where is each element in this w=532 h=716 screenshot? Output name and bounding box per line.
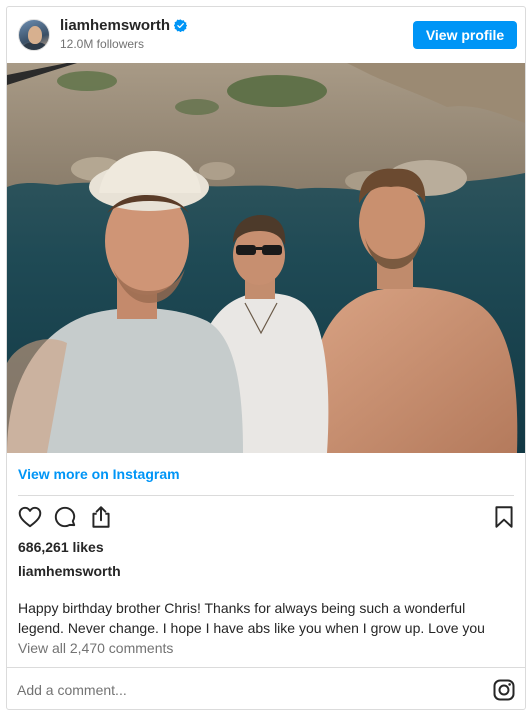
- like-count[interactable]: 686,261 likes: [18, 539, 104, 555]
- group-selfie-photo: [7, 63, 525, 453]
- avatar[interactable]: [18, 19, 50, 51]
- username[interactable]: liamhemsworth: [60, 17, 170, 34]
- caption-username[interactable]: liamhemsworth: [18, 563, 121, 579]
- instagram-icon[interactable]: [492, 678, 516, 702]
- view-comments-link[interactable]: View all 2,470 comments: [18, 640, 173, 656]
- bookmark-icon[interactable]: [491, 504, 517, 530]
- follower-count: 12.0M followers: [60, 37, 145, 51]
- verified-badge-icon: [174, 19, 188, 32]
- caption-line-1: Happy birthday brother Chris! Thanks for…: [18, 600, 466, 616]
- caption-line-2: legend. Never change. I hope I have abs …: [18, 620, 485, 636]
- action-bar: [7, 504, 525, 532]
- post-photo[interactable]: [7, 63, 525, 453]
- view-more-link[interactable]: View more on Instagram: [18, 466, 180, 482]
- divider: [7, 667, 525, 668]
- avatar-face: [28, 26, 42, 44]
- caption-text: Happy birthday brother Chris! Thanks for…: [18, 598, 508, 638]
- username-row[interactable]: liamhemsworth: [60, 17, 188, 34]
- comment-input[interactable]: [17, 677, 457, 703]
- divider: [18, 495, 514, 496]
- instagram-embed-card: liamhemsworth 12.0M followers View profi…: [6, 6, 526, 710]
- heart-icon[interactable]: [17, 504, 43, 530]
- view-profile-button[interactable]: View profile: [413, 21, 517, 49]
- post-header: liamhemsworth 12.0M followers View profi…: [7, 7, 525, 63]
- share-icon[interactable]: [88, 504, 114, 530]
- comment-icon[interactable]: [52, 504, 78, 530]
